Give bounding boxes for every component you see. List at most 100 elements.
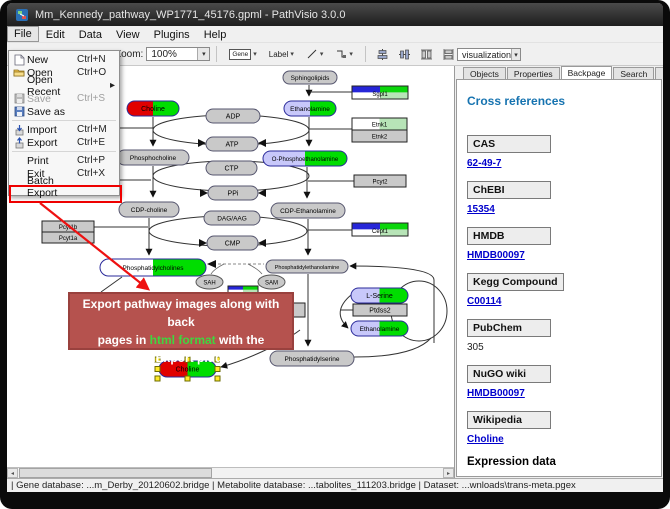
cept1-label: Cept1 — [372, 229, 389, 235]
selection-handle[interactable] — [155, 376, 160, 381]
menu-item-new[interactable]: NewCtrl+N — [9, 53, 119, 66]
atp-node[interactable]: ATP — [206, 137, 258, 151]
xref-header-wikipedia[interactable]: Wikipedia — [467, 411, 551, 429]
cdp-choline-label: CDP-choline — [131, 207, 168, 214]
gene-tool-button[interactable]: Gene▾ — [225, 46, 260, 63]
xref-header-hmdb[interactable]: HMDB — [467, 227, 551, 245]
ptdss2-node[interactable]: Ptdss2 — [353, 304, 407, 316]
adp-node[interactable]: ADP — [206, 109, 260, 123]
menu-item-shortcut: Ctrl+E — [77, 137, 115, 148]
backpage-panel: Cross references CAS 62-49-7 ChEBI 15354 HMD… — [456, 79, 662, 477]
menubar-item-view[interactable]: View — [109, 26, 147, 42]
scrollbar-thumb[interactable] — [19, 468, 212, 478]
common-height-button[interactable] — [420, 47, 434, 61]
pcyt2-node[interactable]: Pcyt2 — [354, 175, 406, 187]
ethanolamine-mid-node[interactable]: Ethanolamine — [351, 321, 408, 336]
tab-properties[interactable]: Properties — [507, 67, 560, 79]
xref-value-wikipedia[interactable]: Choline — [467, 434, 661, 445]
menu-item-shortcut: Ctrl+N — [77, 54, 115, 65]
menubar-item-edit[interactable]: Edit — [39, 26, 72, 42]
etnk2-node[interactable]: Etnk2 — [352, 130, 407, 142]
etnk1-node[interactable]: Etnk1 — [352, 118, 407, 130]
line-tool-button[interactable]: ▾ — [302, 45, 328, 63]
xref-header-cas[interactable]: CAS — [467, 135, 551, 153]
xref-section-kegg-compound: Kegg Compound C00114 — [467, 272, 661, 307]
menu-item-label: Save as — [27, 106, 77, 118]
ctp-node[interactable]: CTP — [206, 161, 257, 175]
xref-value-kegg-compound[interactable]: C00114 — [467, 296, 661, 307]
xref-section-cas: CAS 62-49-7 — [467, 134, 661, 169]
phosphatidylethanolamine-node[interactable]: Phosphatidylethanolamine — [266, 260, 348, 273]
menu-item-shortcut: Ctrl+X — [77, 168, 115, 179]
scroll-left-icon[interactable]: ◂ — [7, 468, 18, 478]
xref-value-nugo-wiki[interactable]: HMDB00097 — [467, 388, 661, 399]
adp-label: ADP — [226, 114, 241, 121]
xref-header-pubchem[interactable]: PubChem — [467, 319, 551, 337]
menu-item-save-as[interactable]: Save as — [9, 105, 119, 118]
selection-handle[interactable] — [215, 376, 220, 381]
selection-handle[interactable] — [215, 367, 220, 372]
pcyt1a-node[interactable]: Pcyt1a — [42, 232, 94, 243]
zoom-combobox[interactable]: 100% ▾ — [146, 47, 210, 61]
connector-tool-button[interactable]: ▾ — [331, 45, 357, 63]
tab-backpage[interactable]: Backpage — [561, 66, 613, 79]
cdp-ethanolamine-node[interactable]: CDP-Ethanolamine — [271, 203, 345, 218]
xref-value-pubchem: 305 — [467, 342, 661, 353]
menu-item-print[interactable]: PrintCtrl+P — [9, 154, 119, 167]
menubar-item-help[interactable]: Help — [197, 26, 234, 42]
sphingolipids-node[interactable]: Sphingolipids — [283, 71, 337, 84]
phosphatidylserine-label: Phosphatidylserine — [285, 356, 340, 363]
choline-top-node[interactable]: Choline — [127, 101, 179, 116]
align-center-horizontal-button[interactable] — [398, 47, 412, 61]
phosphatidylcholines-node[interactable]: Phosphatidylcholines — [100, 259, 206, 276]
tab-search[interactable]: Search — [613, 67, 654, 79]
batch-export-highlight — [9, 185, 122, 203]
menu-item-import[interactable]: ImportCtrl+M — [9, 123, 119, 136]
ethanolamine-top-node[interactable]: Ethanolamine — [284, 101, 336, 116]
scroll-right-icon[interactable]: ▸ — [443, 468, 454, 478]
l-serine-node[interactable]: L-Serine — [351, 288, 408, 303]
tab-objects[interactable]: Objects — [463, 67, 506, 79]
menu-item-open-recent[interactable]: Open Recent▸ — [9, 79, 119, 92]
xref-header-nugo-wiki[interactable]: NuGO wiki — [467, 365, 551, 383]
align-center-vertical-button[interactable] — [376, 47, 390, 61]
o-phosphoethanolamine-node[interactable]: O-Phosphoethanolamine — [263, 151, 347, 166]
zoom-value: 100% — [151, 49, 177, 60]
cmp-node[interactable]: CMP — [207, 236, 258, 250]
visualization-combobox[interactable]: visualization ▾ — [457, 48, 521, 61]
visualization-dropdown-icon[interactable]: ▾ — [511, 49, 520, 60]
horizontal-scrollbar[interactable]: ◂ ▸ — [7, 467, 454, 478]
xref-value-cas[interactable]: 62-49-7 — [467, 158, 661, 169]
titlebar[interactable]: Mm_Kennedy_pathway_WP1771_45176.gpml - P… — [7, 3, 663, 26]
menubar-item-data[interactable]: Data — [72, 26, 109, 42]
selection-handle[interactable] — [185, 376, 190, 381]
pcyt1b-label: Pcyt1b — [59, 225, 78, 231]
selection-handle[interactable] — [155, 367, 160, 372]
xref-value-chebi[interactable]: 15354 — [467, 204, 661, 215]
menu-item-save: SaveCtrl+S — [9, 92, 119, 105]
sah-node[interactable]: SAH — [196, 275, 223, 289]
tab-legend[interactable]: Legend — [655, 67, 663, 79]
phosphocholine-node[interactable]: Phosphocholine — [117, 150, 189, 165]
annotation-callout: Export pathway images along with back pa… — [68, 292, 294, 350]
atp-label: ATP — [225, 142, 238, 149]
sgpl1-node[interactable]: Sgpl1 — [352, 86, 408, 99]
cdp-choline-node[interactable]: CDP-choline — [119, 202, 179, 217]
label-tool-button[interactable]: Label▾ — [265, 47, 298, 62]
xref-header-chebi[interactable]: ChEBI — [467, 181, 551, 199]
menubar-item-plugins[interactable]: Plugins — [147, 26, 197, 42]
zoom-dropdown-icon[interactable]: ▾ — [197, 48, 209, 60]
cept1-node[interactable]: Cept1 — [352, 223, 408, 236]
xref-header-kegg-compound[interactable]: Kegg Compound — [467, 273, 564, 291]
menubar-item-file[interactable]: File — [7, 26, 39, 42]
screenshot-root: Mm_Kennedy_pathway_WP1771_45176.gpml - P… — [0, 0, 670, 509]
pcyt1b-node[interactable]: Pcyt1b — [42, 221, 94, 232]
dag-aag-node[interactable]: DAG/AAG — [204, 211, 260, 225]
cross-references-heading: Cross references — [467, 94, 661, 108]
menu-item-export[interactable]: ExportCtrl+E — [9, 136, 119, 149]
common-width-button[interactable] — [442, 47, 456, 61]
xref-value-hmdb[interactable]: HMDB00097 — [467, 250, 661, 261]
sam-node[interactable]: SAM — [258, 275, 285, 289]
ppi-node[interactable]: PPi — [208, 186, 258, 200]
cross-references-list: CAS 62-49-7 ChEBI 15354 HMDB HMDB00097 Kegg Co… — [467, 134, 661, 445]
